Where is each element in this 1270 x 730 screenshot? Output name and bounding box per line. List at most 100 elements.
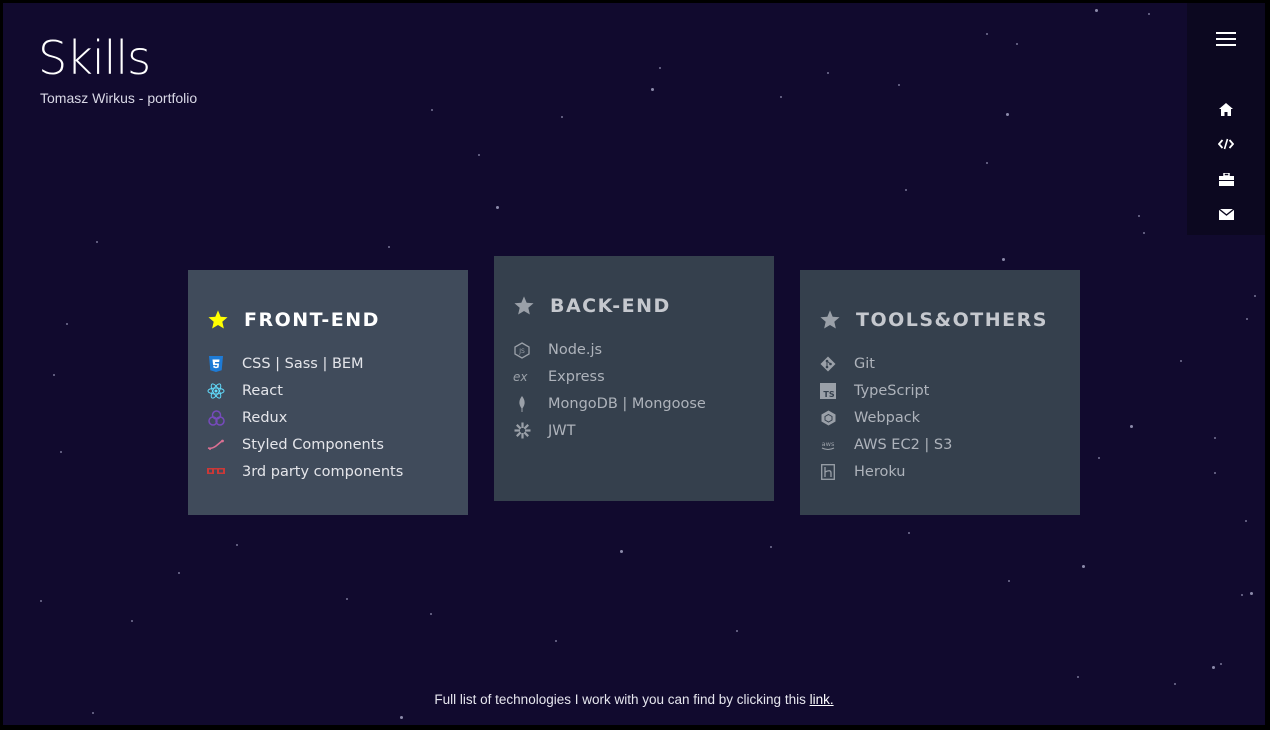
footer-note: Full list of technologies I work with yo… [434,692,810,707]
technologies-link[interactable]: link. [810,692,834,707]
star-dot [236,544,238,546]
star-dot [1095,9,1098,12]
list-item: Webpack [819,405,952,432]
star-dot [1254,295,1256,297]
star-dot [66,323,68,325]
star-dot [96,241,98,243]
tools-card[interactable]: TOOLS&OTHERS Git TS TypeScript Webpack a… [800,270,1080,515]
star-dot [1148,13,1150,15]
star-dot [400,716,403,719]
star-dot [388,246,390,248]
star-icon [208,310,228,329]
star-dot [496,206,499,209]
star-dot [1098,457,1100,459]
list-item: Git [819,351,952,378]
star-dot [1006,113,1009,116]
backend-card[interactable]: BACK-END JS Node.js ex Express MongoDB |… [494,256,774,501]
list-item: React [207,378,403,405]
skill-label: Redux [242,409,288,426]
star-dot [1220,663,1222,665]
star-dot [1250,592,1253,595]
skill-list: JS Node.js ex Express MongoDB | Mongoose… [513,337,706,444]
star-dot [1212,666,1215,669]
list-item: CSS | Sass | BEM [207,351,403,378]
star-dot [905,189,907,191]
nodejs-icon: JS [513,341,531,359]
skill-list: Git TS TypeScript Webpack aws AWS EC2 | … [819,351,952,485]
star-dot [651,88,654,91]
star-dot [1241,594,1243,596]
star-dot [178,572,180,574]
hamburger-menu-icon[interactable] [1187,25,1265,53]
styled-components-icon [207,436,225,454]
star-dot [1002,258,1005,261]
star-dot [1246,318,1248,320]
list-item: 3rd party components [207,458,403,485]
heroku-icon [819,463,837,481]
star-dot [986,162,988,164]
skill-label: Node.js [548,342,603,359]
star-dot [1174,683,1176,685]
star-dot [1138,215,1140,217]
skill-label: Webpack [854,409,921,426]
skill-label: 3rd party components [242,463,404,480]
star-dot [1180,360,1182,362]
svg-text:aws: aws [822,440,835,448]
svg-text:JS: JS [518,348,525,355]
star-dot [827,72,829,74]
page-subtitle: Tomasz Wirkus - portfolio [40,90,198,106]
redux-icon [207,409,225,427]
skill-label: Heroku [854,463,906,480]
typescript-icon: TS [819,382,837,400]
card-title: BACK-END [550,295,671,317]
briefcase-icon[interactable] [1187,165,1265,193]
svg-text:ex: ex [513,371,528,383]
git-icon [819,355,837,373]
list-item: aws AWS EC2 | S3 [819,431,953,458]
skill-label: Styled Components [242,436,384,453]
star-dot [561,116,563,118]
skill-label: AWS EC2 | S3 [854,436,953,453]
skill-label: TypeScript [854,383,930,400]
page-title: Skills [38,31,151,85]
card-header: FRONT-END [207,308,380,332]
code-icon[interactable] [1187,130,1265,158]
svg-text:TS: TS [823,390,834,399]
express-icon: ex [513,368,531,386]
npm-icon [207,463,225,481]
list-item: ex Express [513,364,706,391]
star-dot [431,109,433,111]
star-dot [131,620,133,622]
card-header: TOOLS&OTHERS [819,308,1048,332]
jwt-icon [513,422,531,440]
list-item: MongoDB | Mongoose [513,391,706,418]
react-icon [207,382,225,400]
list-item: Redux [207,405,403,432]
star-dot [60,451,62,453]
skill-label: Express [548,369,605,386]
star-dot [346,598,348,600]
star-dot [1130,425,1133,428]
star-dot [898,84,900,86]
footer-text: Full list of technologies I work with yo… [3,692,1265,707]
envelope-icon[interactable] [1187,200,1265,228]
list-item: Heroku [819,458,952,485]
home-icon[interactable] [1187,95,1265,123]
card-title: TOOLS&OTHERS [856,309,1048,331]
skill-label: React [242,383,283,400]
star-dot [780,96,782,98]
page-background: Skills Tomasz Wirkus - portfolio FRONT-E… [3,3,1265,725]
star-dot [620,550,623,553]
card-header: BACK-END [513,294,671,318]
star-dot [1082,565,1085,568]
skill-list: CSS | Sass | BEM React Redux Styled Comp… [207,351,403,485]
star-dot [1016,43,1018,45]
list-item: Styled Components [207,431,403,458]
frontend-card[interactable]: FRONT-END CSS | Sass | BEM React Redux S… [188,270,468,515]
star-dot [53,374,55,376]
skill-label: Git [854,356,875,373]
star-dot [40,600,42,602]
skill-label: CSS | Sass | BEM [242,356,364,373]
skill-label: JWT [548,422,576,439]
star-dot [986,33,988,35]
